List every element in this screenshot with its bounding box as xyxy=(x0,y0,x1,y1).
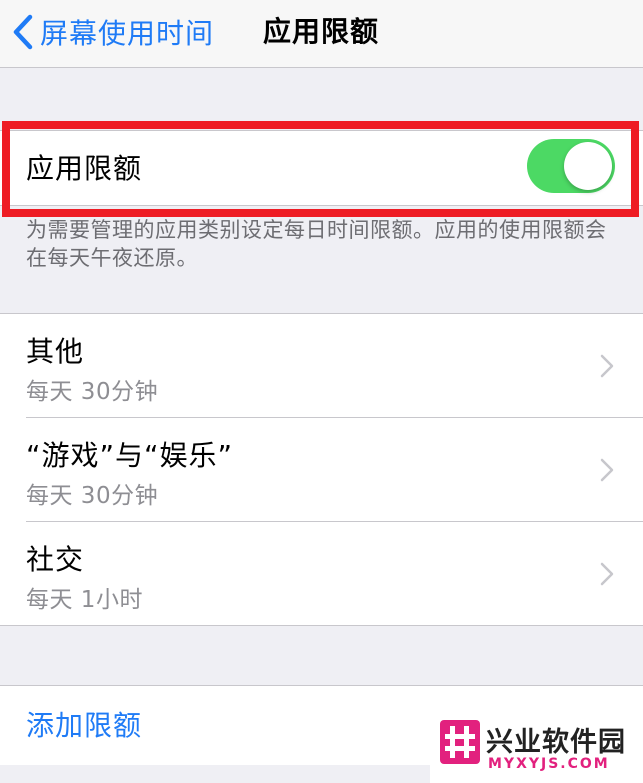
limits-list: 其他 每天 30分钟 “游戏”与“娱乐” 每天 30分钟 社交 每天 1小时 xyxy=(0,313,643,626)
switch-knob xyxy=(564,142,612,190)
limit-row-games-entertainment[interactable]: “游戏”与“娱乐” 每天 30分钟 xyxy=(0,418,643,522)
add-limit-button[interactable]: 添加限额 xyxy=(26,686,142,766)
chevron-right-icon xyxy=(600,458,614,482)
hash-logo-icon xyxy=(440,720,480,764)
watermark-title: 兴业软件园 xyxy=(486,727,626,758)
limit-row-title: 社交 xyxy=(26,543,85,576)
limit-row-title: 其他 xyxy=(26,335,85,368)
site-watermark: 兴业软件园 MYXYJS.COM xyxy=(430,706,643,783)
back-button[interactable]: 屏幕使用时间 xyxy=(12,10,214,54)
back-button-label: 屏幕使用时间 xyxy=(40,17,215,50)
chevron-right-icon xyxy=(600,354,614,378)
limit-row-social[interactable]: 社交 每天 1小时 xyxy=(0,522,643,626)
limit-row-title: “游戏”与“娱乐” xyxy=(26,439,234,472)
chevron-left-icon xyxy=(13,14,33,50)
app-limits-switch[interactable] xyxy=(527,139,615,193)
chevron-right-icon xyxy=(600,562,614,586)
navigation-bar: 屏幕使用时间 应用限额 xyxy=(0,0,643,68)
screen-time-app-limits-screen: 屏幕使用时间 应用限额 应用限额 为需要管理的应用类别设定每日时间限额。应用的使… xyxy=(0,0,643,783)
app-limits-description: 为需要管理的应用类别设定每日时间限额。应用的使用限额会在每天午夜还原。 xyxy=(26,218,607,270)
app-limits-toggle-label: 应用限额 xyxy=(26,152,143,185)
limit-row-duration: 每天 1小时 xyxy=(26,587,143,613)
watermark-url: MYXYJS.COM xyxy=(488,756,610,772)
limit-row-other[interactable]: 其他 每天 30分钟 xyxy=(0,314,643,418)
limit-row-duration: 每天 30分钟 xyxy=(26,483,159,509)
limit-row-duration: 每天 30分钟 xyxy=(26,379,159,405)
page-title: 应用限额 xyxy=(263,15,380,48)
